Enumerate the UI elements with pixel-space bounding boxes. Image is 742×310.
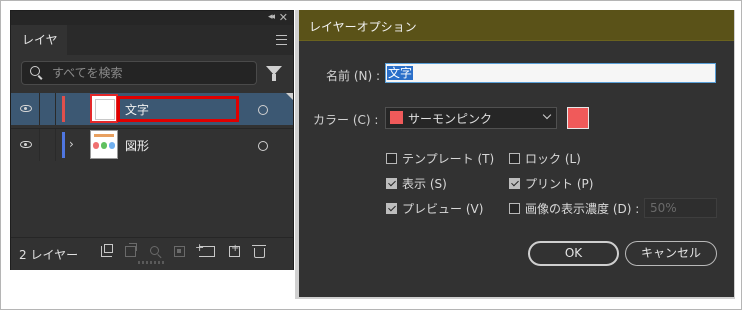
clipping-mask-icon (125, 243, 137, 257)
column-divider (55, 129, 56, 161)
resize-grip[interactable] (138, 261, 166, 264)
dialog-title-bar[interactable]: レイヤーオプション (299, 10, 734, 41)
dim-opacity-field: 50% (644, 198, 717, 218)
highlight-box (117, 96, 239, 122)
layer-row-shape[interactable]: › 図形 (11, 129, 293, 161)
column-divider (55, 93, 56, 125)
color-value: サーモンピンク (408, 112, 493, 126)
template-label[interactable]: テンプレート (T) (402, 150, 494, 167)
locate-object-icon[interactable] (101, 244, 113, 257)
target-icon[interactable] (258, 105, 268, 115)
layer-thumbnail (90, 130, 118, 159)
search-icon (30, 66, 40, 76)
print-checkbox[interactable] (509, 178, 520, 189)
collect-in-new-layer-icon (174, 246, 185, 257)
chevron-down-icon (542, 110, 552, 120)
tab-layers[interactable]: レイヤー (11, 25, 67, 77)
selection-indicator-icon (286, 93, 293, 100)
thumbnail-shape (101, 142, 107, 149)
layer-color-bar (62, 132, 65, 158)
name-field-value[interactable]: 文字 (387, 66, 414, 80)
filter-icon[interactable] (266, 66, 282, 81)
eye-icon[interactable] (20, 141, 32, 148)
layer-color-bar (62, 96, 65, 122)
trash-icon[interactable] (252, 245, 266, 258)
new-sublayer-icon[interactable] (195, 241, 215, 257)
search-input[interactable] (52, 65, 242, 81)
layer-options-dialog: レイヤーオプション 名前 (N) : 文字 カラー (C) : サーモンピンク … (299, 10, 734, 297)
thumbnail-heading (94, 134, 114, 137)
thumbnail-shape (93, 142, 99, 149)
collapse-icon[interactable]: ◂◂ (268, 12, 275, 22)
ok-button[interactable]: OK (528, 241, 619, 266)
search-icon (150, 246, 159, 255)
show-label[interactable]: 表示 (S) (402, 175, 447, 192)
preview-label[interactable]: プレビュー (V) (402, 200, 483, 217)
layer-thumbnail (90, 94, 118, 123)
color-swatch (390, 111, 403, 124)
search-box[interactable] (21, 61, 257, 85)
panel-footer: 2 レイヤー (11, 237, 293, 270)
column-divider (39, 129, 40, 161)
thumbnail-shape (109, 142, 115, 149)
preview-checkbox[interactable] (386, 203, 397, 214)
color-dropdown[interactable]: サーモンピンク (385, 107, 557, 129)
name-label: 名前 (N) : (326, 69, 381, 83)
panel-title-bar: ◂◂ ✕ (11, 11, 293, 25)
layer-row-text[interactable]: 文字 (11, 93, 293, 125)
name-field[interactable] (385, 63, 716, 83)
show-checkbox[interactable] (386, 178, 397, 189)
color-label: カラー (C) : (313, 113, 379, 127)
lock-label[interactable]: ロック (L) (525, 150, 581, 167)
target-icon[interactable] (258, 141, 268, 151)
new-layer-icon[interactable] (229, 243, 240, 257)
panel-tab-row: レイヤー (11, 25, 293, 77)
layer-name[interactable]: 図形 (125, 137, 149, 154)
chevron-right-icon[interactable]: › (69, 137, 74, 151)
cancel-button[interactable]: キャンセル (625, 241, 717, 266)
layer-count: 2 レイヤー (19, 248, 79, 262)
lock-checkbox[interactable] (509, 153, 520, 164)
dialog-title: レイヤーオプション (309, 20, 417, 34)
print-label[interactable]: プリント (P) (525, 175, 593, 192)
thumbnail-content (95, 99, 115, 120)
dim-images-checkbox[interactable] (509, 203, 520, 214)
panel-menu-icon[interactable] (276, 35, 287, 45)
eye-icon[interactable] (20, 105, 32, 112)
dim-images-label[interactable]: 画像の表示濃度 (D) : (525, 200, 639, 217)
template-checkbox[interactable] (386, 153, 397, 164)
color-picker-swatch[interactable] (567, 107, 589, 129)
close-icon[interactable]: ✕ (279, 11, 288, 24)
column-divider (39, 93, 40, 125)
layers-panel: ◂◂ ✕ レイヤー 文字 › 図 (10, 10, 294, 270)
